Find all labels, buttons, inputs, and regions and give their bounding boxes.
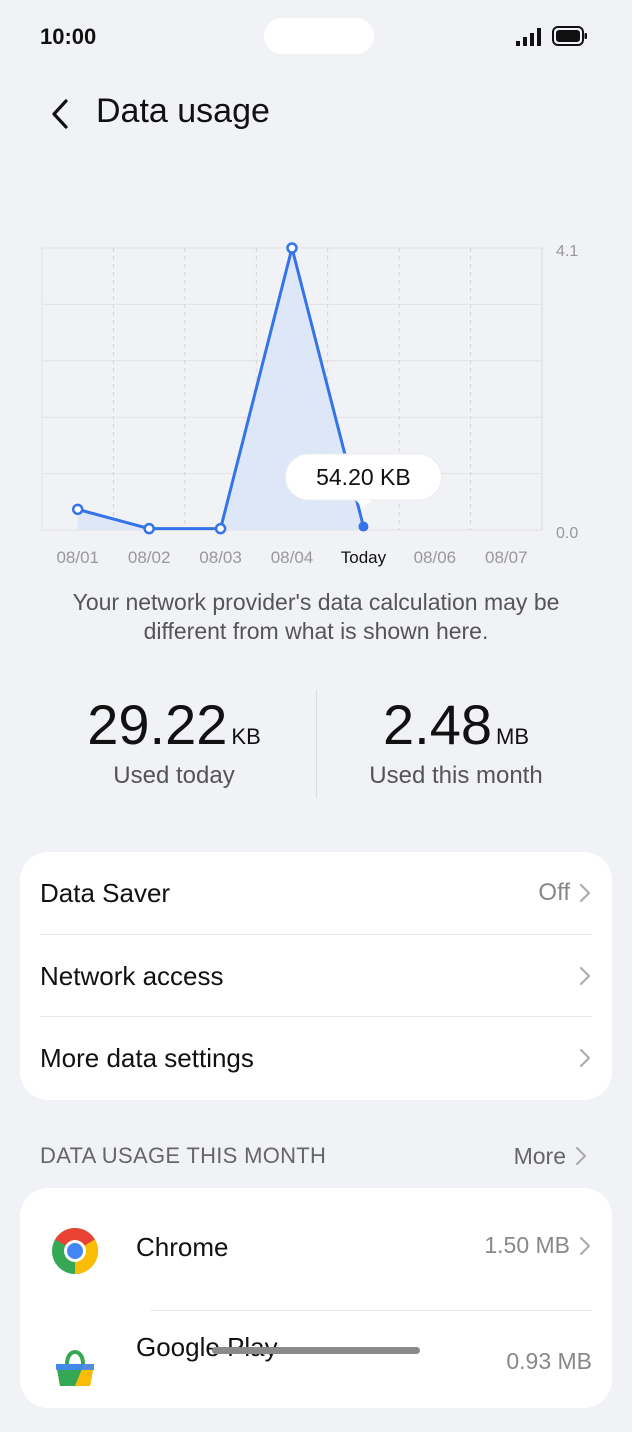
app-name: Chrome: [136, 1232, 229, 1262]
stat-used-month: 2.48 MB Used this month: [306, 690, 606, 790]
chart-xtick-label: 08/01: [56, 548, 99, 567]
data-saver-value: Off: [538, 879, 570, 906]
network-access-label: Network access: [40, 960, 224, 991]
stat-month-value: 2.48: [383, 693, 492, 756]
chart-point: [214, 522, 227, 535]
chart-tooltip-label: 54.20 KB: [316, 464, 411, 490]
chart-point: [143, 522, 155, 535]
chart-xtick-label: 08/04: [271, 548, 314, 567]
stat-today-value: 29.22: [87, 693, 228, 756]
usage-chart[interactable]: 4.1 0.0 08/01 08/02 08/03 08/04 Today 08/06 08/0…: [0, 230, 632, 580]
stat-month-unit: MB: [496, 724, 529, 749]
chevron-right-icon: [580, 1236, 590, 1255]
chart-xtick-label: 08/02: [128, 548, 171, 567]
app-size: 1.50 MB: [484, 1232, 570, 1258]
stat-today-unit: KB: [231, 724, 261, 749]
chart-point: [71, 503, 84, 516]
chart-ytick-label: 4.1: [556, 243, 578, 260]
data-saver-row[interactable]: Data Saver Off: [40, 852, 592, 934]
back-arrow-icon: [52, 99, 68, 129]
chart-xtick-label: 08/07: [485, 548, 528, 567]
signal-icon: [516, 28, 541, 46]
section-title: DATA USAGE THIS MONTH: [40, 1143, 327, 1168]
disclaimer-text: Your network provider's data calculation…: [72, 589, 560, 644]
usage-chart-svg: 4.1 0.0 08/01 08/02 08/03 08/04 Today 08/06 08/0…: [41, 242, 578, 567]
usage-stats: 29.22 KB Used today 2.48 MB Used this mont…: [0, 690, 632, 800]
camera-notch: [264, 18, 374, 54]
chart-point-selected: [358, 521, 369, 532]
stat-today-label: Used today: [113, 762, 235, 789]
more-label: More: [513, 1142, 566, 1169]
battery-icon: [552, 26, 587, 46]
chart-xtick-label: 08/03: [199, 548, 242, 567]
network-access-row[interactable]: Network access: [40, 935, 592, 1017]
home-indicator[interactable]: [212, 1347, 420, 1354]
apps-card: Chrome 1.50 MB Google Play 0.93 MB: [20, 1188, 612, 1408]
page-title: Data usage: [96, 92, 270, 130]
chevron-right-icon: [576, 1147, 586, 1165]
more-data-settings-row[interactable]: More data settings: [40, 1017, 592, 1099]
chart-xtick-label: Today: [341, 548, 387, 567]
chart-xtick-label: 08/06: [414, 548, 457, 567]
settings-card: Data Saver Off Network access More data …: [20, 852, 612, 1100]
section-header: DATA USAGE THIS MONTH More: [40, 1138, 588, 1174]
chrome-icon: [52, 1227, 99, 1274]
app-row-google-play[interactable]: Google Play 0.93 MB: [20, 1312, 612, 1432]
chart-ytick-label: 0.0: [556, 525, 578, 542]
back-button[interactable]: [40, 94, 80, 134]
app-row-chrome[interactable]: Chrome 1.50 MB: [20, 1188, 612, 1308]
chevron-right-icon: [580, 884, 590, 902]
status-bar: 10:00: [0, 0, 632, 72]
header: Data usage: [0, 80, 632, 144]
stat-used-today: 29.22 KB Used today: [24, 690, 324, 790]
row-divider: [150, 1310, 592, 1311]
stat-month-label: Used this month: [369, 762, 543, 789]
app-size: 0.93 MB: [506, 1348, 592, 1374]
chart-point: [286, 242, 298, 254]
more-data-settings-label: More data settings: [40, 1042, 254, 1073]
status-time: 10:00: [40, 24, 97, 49]
data-saver-label: Data Saver: [40, 877, 171, 908]
more-button[interactable]: More: [514, 1138, 588, 1174]
chevron-right-icon: [580, 967, 590, 985]
google-play-icon: [56, 1349, 94, 1386]
chevron-right-icon: [580, 1049, 590, 1067]
